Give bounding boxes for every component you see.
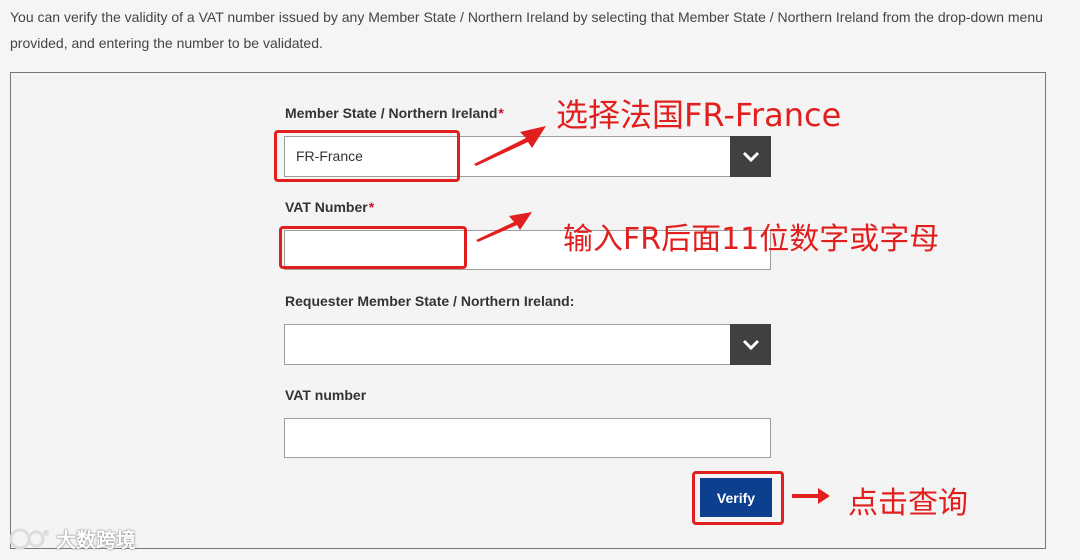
requester-vat-label: VAT number [285, 387, 367, 403]
annotation-enter-vat: 输入FR后面11位数字或字母 [563, 222, 940, 257]
chevron-down-icon [742, 339, 759, 350]
chevron-down-icon [742, 151, 759, 162]
vat-number-label: VAT Number* [285, 199, 375, 215]
intro-text: You can verify the validity of a VAT num… [10, 9, 1043, 51]
required-mark: * [368, 199, 375, 215]
requester-state-select[interactable] [284, 324, 771, 365]
required-mark: * [498, 105, 504, 121]
highlight-member-state [274, 130, 460, 182]
arrow-icon [476, 212, 532, 242]
highlight-verify [692, 471, 784, 525]
annotation-select-france: 选择法国FR-France [556, 96, 842, 134]
requester-state-label: Requester Member State / Northern Irelan… [285, 293, 575, 309]
brand-logo-icon [9, 528, 49, 549]
dropdown-button[interactable] [730, 324, 771, 365]
arrow-icon [792, 488, 830, 504]
member-state-label: Member State / Northern Ireland* [285, 105, 504, 121]
dropdown-button[interactable] [730, 136, 771, 177]
highlight-vat-number [279, 226, 467, 269]
requester-vat-input[interactable] [284, 418, 771, 458]
watermark: 大数跨境 [8, 524, 136, 553]
arrow-icon [474, 126, 546, 166]
annotation-click-query: 点击查询 [848, 486, 968, 521]
